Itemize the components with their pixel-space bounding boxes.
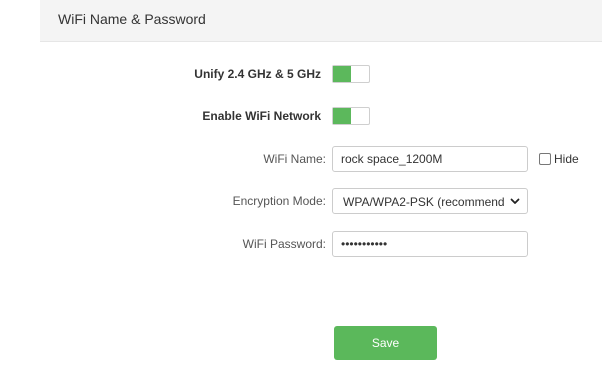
hide-label: Hide <box>554 152 579 166</box>
section-header: WiFi Name & Password <box>40 0 602 42</box>
password-input[interactable] <box>332 231 528 257</box>
enable-wifi-label: Enable WiFi Network <box>202 109 321 123</box>
encryption-selected-value: WPA/WPA2-PSK (recommended) <box>343 195 505 209</box>
section-title: WiFi Name & Password <box>58 11 206 27</box>
toggle-on-indicator <box>333 108 351 124</box>
unify-toggle[interactable] <box>332 65 370 83</box>
encryption-label: Encryption Mode: <box>232 194 326 208</box>
enable-wifi-row: Enable WiFi Network <box>0 101 602 131</box>
wifi-settings-page: WiFi Name & Password Unify 2.4 GHz & 5 G… <box>0 0 602 372</box>
password-row: WiFi Password: <box>0 229 602 259</box>
hide-checkbox[interactable] <box>539 153 551 165</box>
password-label: WiFi Password: <box>242 237 326 251</box>
unify-label: Unify 2.4 GHz & 5 GHz <box>194 67 321 81</box>
wifi-name-label: WiFi Name: <box>263 152 326 166</box>
encryption-row: Encryption Mode: WPA/WPA2-PSK (recommend… <box>0 186 602 216</box>
hide-checkbox-wrapper[interactable]: Hide <box>539 152 579 166</box>
unify-row: Unify 2.4 GHz & 5 GHz <box>0 59 602 89</box>
chevron-down-icon <box>510 198 520 204</box>
wifi-name-input[interactable] <box>332 146 528 172</box>
enable-wifi-toggle[interactable] <box>332 107 370 125</box>
encryption-select[interactable]: WPA/WPA2-PSK (recommended) <box>332 188 528 214</box>
wifi-name-row: WiFi Name: Hide <box>0 144 602 174</box>
toggle-on-indicator <box>333 66 351 82</box>
save-button[interactable]: Save <box>334 326 437 360</box>
